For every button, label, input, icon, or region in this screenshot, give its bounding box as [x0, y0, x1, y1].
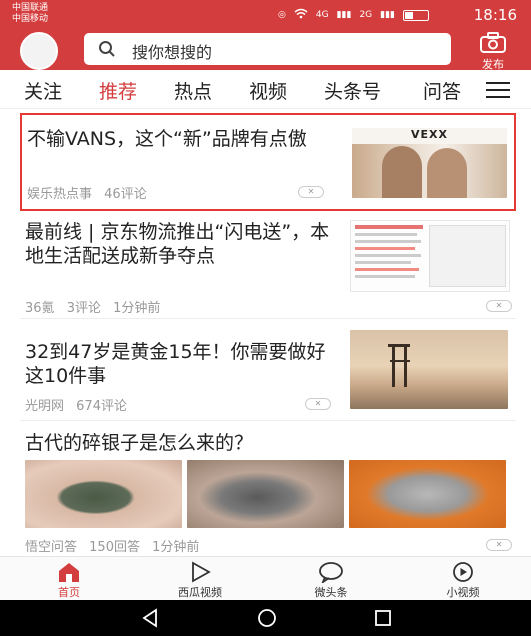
article-image-coin[interactable] — [25, 460, 182, 528]
article-title: 不输VANS，这个“新”品牌有点傲 — [27, 128, 307, 150]
top-bar: 搜你想搜的 发布 — [0, 30, 531, 72]
small-video-icon — [453, 562, 473, 582]
tab-hot[interactable]: 热点 — [174, 77, 212, 104]
signal-2g: 2G — [359, 10, 373, 20]
system-navigation-bar — [0, 600, 531, 636]
back-icon[interactable] — [140, 608, 160, 628]
list-item[interactable]: 不输VANS，这个“新”品牌有点傲 娱乐热点事 46评论 ✕ VEXX — [20, 113, 516, 211]
article-thumbnail[interactable] — [350, 220, 510, 292]
wifi-icon — [294, 8, 308, 22]
article-source: 娱乐热点事 — [27, 187, 93, 202]
dislike-button[interactable]: ✕ — [486, 300, 512, 312]
carrier-2: 中国移动 — [12, 14, 49, 24]
article-meta: 36氪 3评论 1分钟前 — [25, 297, 168, 316]
publish-button[interactable]: 发布 — [470, 32, 516, 72]
nav-micro-headline[interactable]: 微头条 — [286, 560, 376, 600]
recent-apps-icon[interactable] — [373, 608, 393, 628]
nav-small-video[interactable]: 小视频 — [418, 560, 508, 600]
article-meta: 娱乐热点事 46评论 — [27, 183, 155, 202]
article-title: 32到47岁是黄金15年！你需要做好这10件事 — [25, 341, 326, 387]
carrier-info: 中国联通 中国移动 — [12, 3, 48, 25]
search-placeholder: 搜你想搜的 — [132, 43, 213, 62]
divider — [20, 318, 516, 319]
home-button-icon[interactable] — [256, 608, 278, 628]
list-item[interactable]: 最前线 | 京东物流推出“闪电送”，本地生活配送成新争夺点 36氪 3评论 1分… — [20, 216, 516, 316]
article-thumbnail[interactable] — [350, 330, 508, 409]
article-comments: 150回答 — [89, 540, 140, 555]
chat-bubble-icon — [319, 562, 343, 583]
battery-icon — [403, 9, 429, 21]
article-title: 古代的碎银子是怎么来的？ — [25, 432, 254, 454]
bottom-navigation: 首页 西瓜视频 微头条 小视频 — [0, 556, 531, 601]
category-tabs: 关注 推荐 热点 视频 头条号 问答 — [0, 70, 531, 109]
article-meta: 悟空问答 150回答 1分钟前 — [25, 536, 207, 555]
status-icons: ◎ 4G ▮▮▮ 2G ▮▮▮ — [278, 8, 429, 22]
list-item[interactable]: 32到47岁是黄金15年！你需要做好这10件事 光明网 674评论 ✕ — [20, 320, 516, 415]
tab-toutiaohao[interactable]: 头条号 — [324, 77, 381, 104]
clock: 18:16 — [473, 6, 517, 24]
nav-small-video-label: 小视频 — [446, 586, 480, 599]
article-time: 1分钟前 — [113, 301, 161, 316]
search-icon — [99, 41, 115, 57]
article-source: 悟空问答 — [25, 540, 78, 555]
tab-video[interactable]: 视频 — [249, 77, 287, 104]
nav-home[interactable]: 首页 — [24, 560, 114, 600]
signal-4g: 4G — [315, 10, 329, 20]
nav-home-label: 首页 — [58, 586, 80, 599]
article-title: 最前线 | 京东物流推出“闪电送”，本地生活配送成新争夺点 — [25, 221, 330, 267]
home-icon — [59, 563, 79, 582]
nav-xigua-video[interactable]: 西瓜视频 — [155, 560, 245, 600]
location-icon: ◎ — [278, 10, 286, 20]
search-input[interactable]: 搜你想搜的 — [84, 33, 451, 65]
signal-bars-icon: ▮▮▮ — [336, 10, 352, 20]
person-image — [427, 148, 467, 198]
list-item[interactable]: 古代的碎银子是怎么来的？ 悟空问答 150回答 1分钟前 ✕ — [20, 424, 516, 556]
menu-icon[interactable] — [486, 82, 510, 103]
article-source: 36氪 — [25, 301, 55, 316]
play-icon — [192, 561, 211, 583]
article-comments: 674评论 — [76, 399, 127, 414]
brand-logo: VEXX — [352, 128, 507, 144]
article-comments: 46评论 — [104, 187, 147, 202]
article-meta: 光明网 674评论 — [25, 395, 135, 414]
signal-bars-icon: ▮▮▮ — [380, 10, 395, 20]
article-source: 光明网 — [25, 399, 65, 414]
dislike-button[interactable]: ✕ — [486, 539, 512, 551]
tab-follow[interactable]: 关注 — [24, 77, 62, 104]
carrier-1: 中国联通 — [12, 3, 49, 13]
dislike-button[interactable]: ✕ — [298, 186, 324, 198]
nav-xigua-label: 西瓜视频 — [178, 586, 222, 599]
divider — [20, 420, 516, 421]
dislike-button[interactable]: ✕ — [305, 398, 331, 410]
nav-micro-headline-label: 微头条 — [314, 586, 348, 599]
person-image — [382, 146, 422, 198]
camera-icon — [480, 32, 506, 53]
avatar[interactable] — [20, 32, 58, 70]
tab-qa[interactable]: 问答 — [423, 77, 461, 104]
article-image-silver-pieces[interactable] — [349, 460, 506, 528]
article-thumbnail[interactable]: VEXX — [352, 128, 507, 198]
article-image-silver[interactable] — [187, 460, 344, 528]
status-bar: 中国联通 中国移动 ◎ 4G ▮▮▮ 2G ▮▮▮ 18:16 — [0, 0, 531, 30]
article-time: 1分钟前 — [152, 540, 200, 555]
tab-recommend[interactable]: 推荐 — [99, 77, 137, 104]
article-comments: 3评论 — [66, 301, 101, 316]
